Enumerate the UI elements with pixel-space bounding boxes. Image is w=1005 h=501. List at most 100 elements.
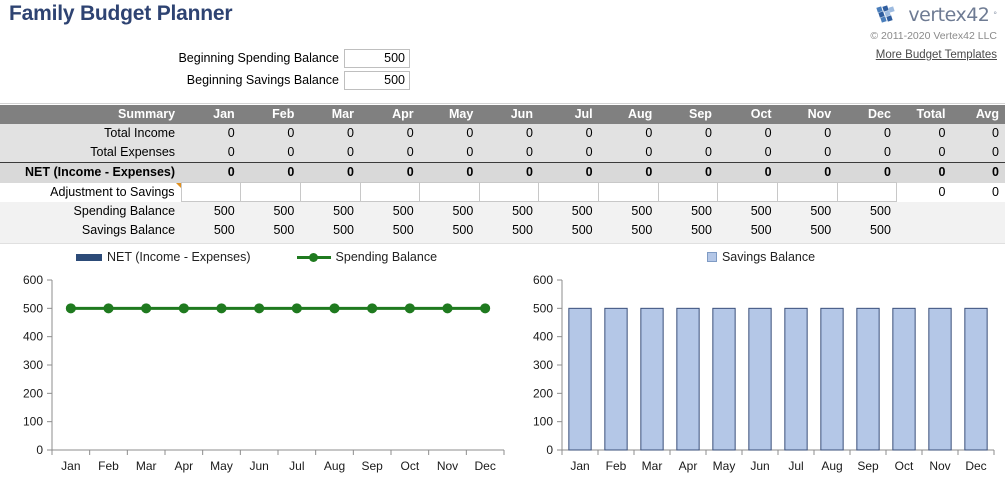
cell[interactable]: 0: [538, 124, 599, 143]
cell[interactable]: 0: [598, 143, 659, 163]
cell-avg[interactable]: 0: [951, 143, 1005, 163]
cell[interactable]: 500: [181, 221, 241, 240]
cell[interactable]: 0: [240, 143, 301, 163]
cell[interactable]: 0: [360, 162, 420, 183]
cell[interactable]: 500: [717, 221, 778, 240]
cell[interactable]: 500: [598, 221, 659, 240]
beginning-spending-balance-input[interactable]: [344, 48, 410, 68]
legend-swatch-line-marker-icon: [296, 251, 331, 263]
svg-text:Feb: Feb: [606, 459, 627, 473]
cell[interactable]: 0: [777, 162, 838, 183]
cell[interactable]: 0: [181, 124, 241, 143]
cell[interactable]: 0: [777, 124, 838, 143]
beginning-savings-balance-label: Beginning Savings Balance: [186, 73, 339, 87]
cell-input[interactable]: [777, 182, 838, 202]
cell[interactable]: 500: [181, 201, 241, 221]
svg-text:Aug: Aug: [821, 459, 842, 473]
legend-item-spending-balance: Spending Balance: [296, 250, 437, 264]
cell[interactable]: 500: [419, 221, 480, 240]
cell[interactable]: 0: [598, 162, 659, 183]
cell[interactable]: 0: [658, 162, 718, 183]
cell[interactable]: 500: [777, 221, 838, 240]
cell[interactable]: 500: [240, 221, 301, 240]
cell[interactable]: 0: [837, 143, 897, 163]
cell-input[interactable]: [299, 182, 361, 202]
cell[interactable]: 0: [300, 143, 360, 163]
cell[interactable]: 0: [360, 124, 420, 143]
svg-text:Sep: Sep: [857, 459, 879, 473]
cell[interactable]: 500: [300, 201, 360, 221]
cell[interactable]: 0: [240, 124, 301, 143]
svg-text:0: 0: [36, 443, 43, 457]
cell[interactable]: 0: [240, 162, 301, 183]
cell-input[interactable]: [657, 182, 719, 202]
cell-input[interactable]: [180, 182, 242, 202]
cell[interactable]: 0: [181, 143, 241, 163]
cell[interactable]: 500: [837, 201, 897, 221]
cell[interactable]: 0: [717, 124, 778, 143]
cell[interactable]: 0: [717, 162, 778, 183]
cell-input[interactable]: [419, 182, 480, 202]
cell[interactable]: 500: [598, 201, 659, 221]
cell[interactable]: 0: [419, 162, 480, 183]
cell[interactable]: 500: [419, 201, 480, 221]
cell[interactable]: 0: [419, 143, 480, 163]
beginning-savings-balance-input[interactable]: [344, 70, 410, 90]
cell-avg: [951, 201, 1005, 221]
cell[interactable]: 500: [777, 201, 838, 221]
cell[interactable]: 0: [538, 162, 599, 183]
cell-comment-indicator-icon: [175, 182, 181, 188]
cell[interactable]: 0: [598, 124, 659, 143]
svg-text:300: 300: [533, 358, 553, 372]
cell-total[interactable]: 0: [896, 124, 952, 143]
cell[interactable]: 500: [837, 221, 897, 240]
cell[interactable]: 500: [658, 201, 718, 221]
cell[interactable]: 500: [479, 201, 539, 221]
cell-total[interactable]: 0: [896, 162, 952, 183]
more-budget-templates-link[interactable]: More Budget Templates: [876, 49, 997, 61]
cell[interactable]: 0: [479, 143, 539, 163]
cell-input[interactable]: [478, 182, 540, 202]
cell[interactable]: 500: [360, 221, 420, 240]
cell-input[interactable]: [359, 182, 421, 202]
cell[interactable]: 0: [300, 124, 360, 143]
cell-avg[interactable]: 0: [951, 124, 1005, 143]
cell[interactable]: 500: [240, 201, 301, 221]
cell[interactable]: 0: [837, 124, 897, 143]
cell-total[interactable]: 0: [896, 143, 952, 163]
cell-avg[interactable]: 0: [951, 162, 1005, 183]
cell[interactable]: 500: [479, 221, 539, 240]
column-header-sep: Sep: [658, 105, 718, 124]
cell-input[interactable]: [538, 182, 600, 202]
cell[interactable]: 0: [777, 143, 838, 163]
cell[interactable]: 500: [658, 221, 718, 240]
cell-total[interactable]: 0: [896, 182, 952, 202]
cell[interactable]: 0: [479, 162, 539, 183]
cell[interactable]: 0: [181, 162, 241, 183]
cell[interactable]: 500: [300, 221, 360, 240]
cell[interactable]: 0: [300, 162, 360, 183]
cell-input[interactable]: [717, 182, 779, 202]
column-header-aug: Aug: [598, 105, 659, 124]
cell-input[interactable]: [836, 182, 898, 202]
cell[interactable]: 0: [479, 124, 539, 143]
cell[interactable]: 0: [419, 124, 480, 143]
cell[interactable]: 0: [658, 143, 718, 163]
cell[interactable]: 0: [360, 143, 420, 163]
cell-input[interactable]: [598, 182, 659, 202]
cell[interactable]: 0: [837, 162, 897, 183]
cell[interactable]: 500: [538, 201, 599, 221]
cell[interactable]: 0: [658, 124, 718, 143]
row-label-total-expenses: Total Expenses: [0, 143, 182, 163]
svg-text:Mar: Mar: [642, 459, 663, 473]
cell[interactable]: 500: [538, 221, 599, 240]
cell[interactable]: 500: [360, 201, 420, 221]
cell[interactable]: 0: [717, 143, 778, 163]
row-label-total-income: Total Income: [0, 124, 182, 143]
table-row-net: NET (Income - Expenses) 0 0 0 0 0 0 0 0 …: [0, 162, 1005, 183]
svg-text:May: May: [210, 459, 233, 473]
cell-avg[interactable]: 0: [951, 182, 1005, 202]
cell[interactable]: 0: [538, 143, 599, 163]
cell[interactable]: 500: [717, 201, 778, 221]
cell-input[interactable]: [240, 182, 301, 202]
